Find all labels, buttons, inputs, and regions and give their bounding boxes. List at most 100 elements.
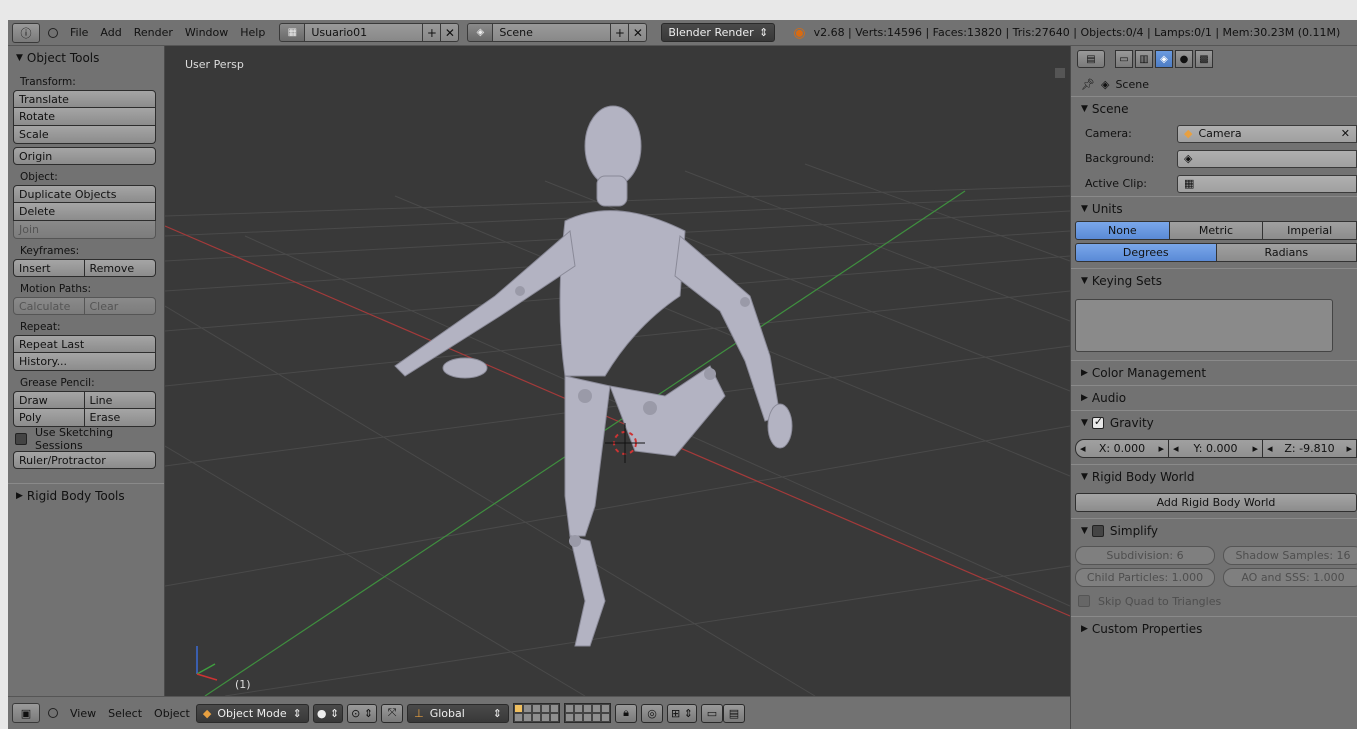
erase-button[interactable]: Erase — [84, 409, 156, 427]
calculate-paths-button[interactable]: Calculate — [13, 297, 85, 315]
draw-button[interactable]: Draw — [13, 391, 85, 409]
menu-collapse-icon[interactable] — [48, 27, 58, 38]
3d-viewport[interactable]: User Persp (1) — [165, 46, 1070, 696]
region-toggle-icon[interactable] — [1055, 68, 1065, 78]
menu-file[interactable]: File — [64, 26, 94, 39]
screen-layout-icon[interactable]: ▦ — [279, 23, 306, 42]
gravity-x-field[interactable]: ◂ X: 0.000 ▸ — [1075, 439, 1169, 458]
layer-buttons-a[interactable] — [513, 703, 561, 723]
delete-screen-icon[interactable]: ✕ — [441, 23, 460, 42]
radians-button[interactable]: Radians — [1216, 243, 1357, 262]
skip-quad-checkbox[interactable]: Skip Quad to Triangles — [1078, 592, 1357, 610]
insert-keyframe-button[interactable]: Insert — [13, 259, 85, 277]
menu-add[interactable]: Add — [94, 26, 127, 39]
pivot-point-icon[interactable]: ⊙ ⇕ — [347, 703, 378, 723]
transform-orientation-select[interactable]: ⊥ Global ⇕ — [407, 703, 510, 723]
scene-tab-icon[interactable]: ◈ — [1155, 50, 1173, 68]
camera-field[interactable]: ◆ Camera ✕ — [1177, 124, 1357, 143]
clear-paths-button[interactable]: Clear — [84, 297, 156, 315]
active-clip-field[interactable]: ▦ — [1177, 174, 1357, 193]
checkbox-box[interactable] — [1078, 595, 1090, 607]
poly-button[interactable]: Poly — [13, 409, 85, 427]
decrement-icon[interactable]: ◂ — [1173, 442, 1179, 455]
gravity-header[interactable]: ▼Gravity — [1071, 411, 1357, 435]
scene-icon[interactable]: ◈ — [467, 23, 494, 42]
render-image-icon[interactable]: ▭ — [700, 703, 723, 723]
decrement-icon[interactable]: ◂ — [1267, 442, 1273, 455]
simplify-checkbox[interactable] — [1091, 525, 1104, 537]
menu-view[interactable]: View — [64, 707, 102, 720]
menu-collapse-icon[interactable] — [48, 708, 58, 718]
clear-camera-icon[interactable]: ✕ — [1341, 127, 1350, 140]
world-tab-icon[interactable]: ● — [1175, 50, 1193, 68]
proportional-edit-icon[interactable]: ◎ — [641, 703, 664, 723]
origin-button[interactable]: Origin — [13, 147, 156, 165]
increment-icon[interactable]: ▸ — [1158, 442, 1164, 455]
units-panel-header[interactable]: ▼ Units — [1071, 197, 1357, 221]
snap-icon[interactable]: ⊞ ⇕ — [667, 703, 697, 723]
subdivision-field[interactable]: Subdivision: 6 — [1075, 546, 1215, 565]
editor-type-properties-icon[interactable]: ▤ — [1077, 50, 1105, 68]
color-management-header[interactable]: ▶ Color Management — [1071, 361, 1357, 385]
increment-icon[interactable]: ▸ — [1346, 442, 1352, 455]
line-button[interactable]: Line — [84, 391, 156, 409]
menu-render[interactable]: Render — [128, 26, 179, 39]
layer-buttons-b[interactable] — [564, 703, 612, 723]
keying-sets-header[interactable]: ▼ Keying Sets — [1071, 269, 1357, 293]
menu-select[interactable]: Select — [102, 707, 148, 720]
ruler-protractor-button[interactable]: Ruler/Protractor — [13, 451, 156, 469]
shadow-samples-field[interactable]: Shadow Samples: 16 — [1223, 546, 1357, 565]
ao-sss-field[interactable]: AO and SSS: 1.000 — [1223, 568, 1357, 587]
background-field[interactable]: ◈ — [1177, 149, 1357, 168]
checkbox-box[interactable] — [15, 433, 27, 445]
render-tab-icon[interactable]: ▭ — [1115, 50, 1133, 68]
scene-panel-header[interactable]: ▼ Scene — [1071, 97, 1357, 121]
gravity-checkbox[interactable] — [1091, 415, 1104, 429]
object-mode-select[interactable]: ◆ Object Mode ⇕ — [195, 703, 309, 723]
decrement-icon[interactable]: ◂ — [1080, 442, 1086, 455]
join-button[interactable]: Join — [13, 221, 156, 239]
render-animation-icon[interactable]: ▤ — [722, 703, 745, 723]
pin-icon[interactable]: 📌︎ — [1081, 78, 1095, 91]
history-button[interactable]: History... — [13, 353, 156, 371]
simplify-header[interactable]: ▼ Simplify — [1071, 519, 1357, 543]
repeat-last-button[interactable]: Repeat Last — [13, 335, 156, 353]
menu-help[interactable]: Help — [234, 26, 271, 39]
gravity-z-field[interactable]: ◂ Z: -9.810 ▸ — [1263, 439, 1357, 458]
add-screen-icon[interactable]: + — [423, 23, 442, 42]
manipulator-icon[interactable]: ⤧ — [381, 703, 404, 723]
translate-button[interactable]: Translate — [13, 90, 156, 108]
lock-layers-icon[interactable]: 🔒︎ — [615, 703, 638, 723]
gravity-y-field[interactable]: ◂ Y: 0.000 ▸ — [1169, 439, 1263, 458]
use-sketching-sessions-checkbox[interactable]: Use Sketching Sessions — [15, 426, 164, 452]
human-mesh[interactable] — [394, 105, 793, 647]
duplicate-objects-button[interactable]: Duplicate Objects — [13, 185, 156, 203]
texture-tab-icon[interactable]: ▩ — [1195, 50, 1213, 68]
menu-object[interactable]: Object — [148, 707, 196, 720]
remove-keyframe-button[interactable]: Remove — [84, 259, 156, 277]
custom-properties-header[interactable]: ▶ Custom Properties — [1071, 617, 1357, 641]
add-scene-icon[interactable]: + — [611, 23, 630, 42]
editor-type-info-icon[interactable]: ⓘ — [12, 22, 40, 43]
delete-button[interactable]: Delete — [13, 203, 156, 221]
viewport-shading-icon[interactable]: ● ⇕ — [312, 703, 344, 723]
render-engine-select[interactable]: Blender Render ⇕ — [661, 23, 776, 42]
child-particles-field[interactable]: Child Particles: 1.000 — [1075, 568, 1215, 587]
add-rigid-body-world-button[interactable]: Add Rigid Body World — [1075, 493, 1357, 512]
keying-sets-list[interactable] — [1075, 299, 1333, 352]
delete-scene-icon[interactable]: ✕ — [629, 23, 648, 42]
unit-none-button[interactable]: None — [1075, 221, 1170, 240]
rigid-body-tools-header[interactable]: ▶ Rigid Body Tools — [8, 483, 164, 507]
scene-name-field[interactable]: Scene — [493, 23, 612, 42]
increment-icon[interactable]: ▸ — [1252, 442, 1258, 455]
degrees-button[interactable]: Degrees — [1075, 243, 1217, 262]
unit-imperial-button[interactable]: Imperial — [1263, 221, 1357, 240]
rotate-button[interactable]: Rotate — [13, 108, 156, 126]
scale-button[interactable]: Scale — [13, 126, 156, 144]
screen-layout-field[interactable]: Usuario01 — [305, 23, 424, 42]
object-tools-panel-header[interactable]: ▼ Object Tools — [8, 46, 164, 70]
editor-type-3dview-icon[interactable]: ▣ — [12, 703, 40, 723]
rigid-body-world-header[interactable]: ▼ Rigid Body World — [1071, 465, 1357, 489]
render-layers-tab-icon[interactable]: ▥ — [1135, 50, 1153, 68]
audio-header[interactable]: ▶ Audio — [1071, 386, 1357, 410]
